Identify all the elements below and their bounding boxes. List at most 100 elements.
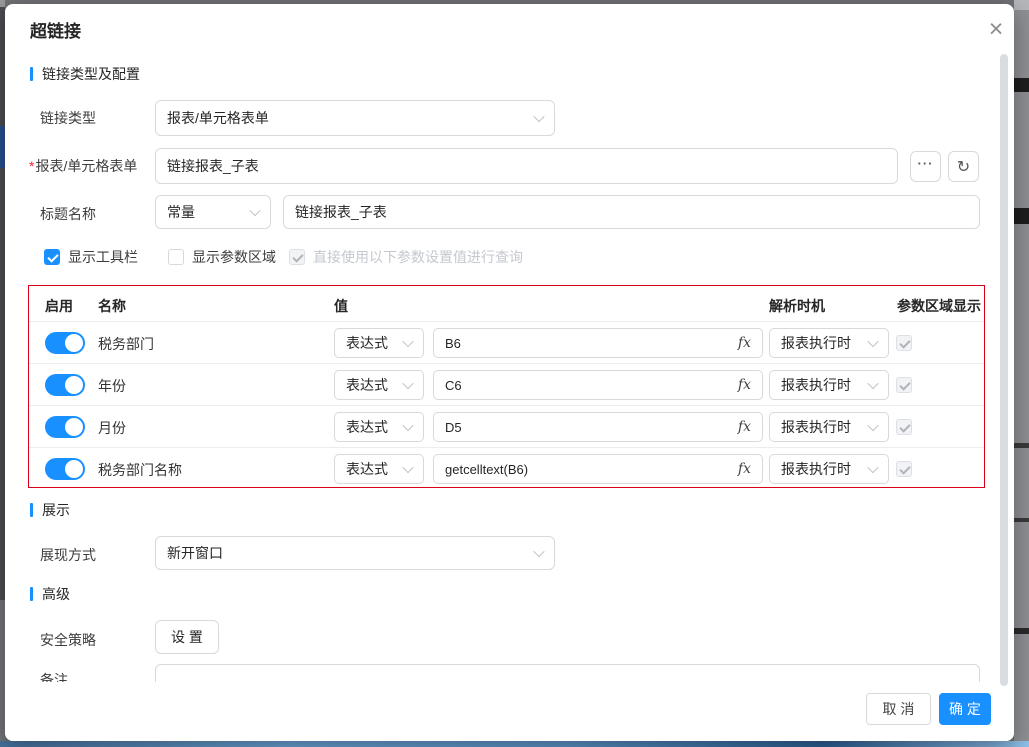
direct-query-checkbox xyxy=(289,249,305,265)
enable-toggle[interactable] xyxy=(45,332,85,354)
browse-ellipsis-button[interactable]: ··· xyxy=(910,151,941,182)
section-advanced: 高级 xyxy=(30,586,70,602)
direct-query-checkbox-group: 直接使用以下参数设置值进行查询 xyxy=(289,247,523,267)
timing-select[interactable]: 报表执行时 xyxy=(769,370,889,400)
section-display-title: 展示 xyxy=(42,500,70,520)
background-detail xyxy=(1014,518,1029,522)
param-name: 税务部门名称 xyxy=(98,460,182,480)
param-area-checkbox[interactable] xyxy=(168,249,184,265)
enable-toggle[interactable] xyxy=(45,374,85,396)
header-timing: 解析时机 xyxy=(769,296,825,316)
section-link-config: 链接类型及配置 xyxy=(30,66,140,82)
check-icon xyxy=(292,251,303,262)
check-icon xyxy=(47,251,58,262)
header-enable: 启用 xyxy=(45,296,73,316)
table-row: 月份 表达式 D5 fx 报表执行时 xyxy=(29,405,984,447)
timing-select[interactable]: 报表执行时 xyxy=(769,412,889,442)
header-value: 值 xyxy=(334,296,348,316)
area-display-checkbox xyxy=(896,377,912,393)
required-mark: * xyxy=(29,158,34,174)
background-detail xyxy=(1014,78,1029,92)
security-settings-button-label: 设 置 xyxy=(171,627,203,647)
check-icon xyxy=(899,421,910,432)
value-type-select[interactable]: 表达式 xyxy=(334,454,424,484)
value-input[interactable]: D5 fx xyxy=(433,412,763,442)
check-icon xyxy=(899,337,910,348)
refresh-button[interactable]: ↻ xyxy=(948,151,979,182)
title-type-value: 常量 xyxy=(167,202,195,222)
timing-value: 报表执行时 xyxy=(781,375,851,395)
area-display-checkbox xyxy=(896,419,912,435)
value-text: getcelltext(B6) xyxy=(445,462,528,477)
chevron-down-icon xyxy=(867,336,878,347)
timing-value: 报表执行时 xyxy=(781,417,851,437)
fx-icon[interactable]: fx xyxy=(738,419,751,435)
cancel-button[interactable]: 取 消 xyxy=(866,693,931,725)
header-area: 参数区域显示 xyxy=(897,296,981,316)
title-type-select[interactable]: 常量 xyxy=(155,195,271,229)
value-type-select[interactable]: 表达式 xyxy=(334,412,424,442)
value-input[interactable]: C6fx xyxy=(433,370,763,400)
chevron-down-icon xyxy=(402,378,413,389)
value-input[interactable]: B6 fx xyxy=(433,328,763,358)
enable-toggle[interactable] xyxy=(45,416,85,438)
title-name-input[interactable] xyxy=(283,195,980,229)
table-row: 税务部门 表达式 B6fx 报表执行时 xyxy=(29,321,984,363)
toolbar-checkbox-label: 显示工具栏 xyxy=(68,247,138,267)
value-text: B6 xyxy=(445,336,461,351)
report-form-input[interactable] xyxy=(155,148,898,184)
background-app-bottom xyxy=(0,741,1029,747)
chevron-down-icon xyxy=(533,111,544,122)
enable-toggle[interactable] xyxy=(45,458,85,480)
value-type-value: 表达式 xyxy=(346,417,388,437)
timing-value: 报表执行时 xyxy=(781,333,851,353)
value-type-select[interactable]: 表达式 xyxy=(334,328,424,358)
value-type-value: 表达式 xyxy=(346,375,388,395)
area-display-checkbox xyxy=(896,335,912,351)
table-row: 税务部门名称 表达式 getcelltext(B6) fx 报表执行时 xyxy=(29,447,984,489)
remark-input[interactable] xyxy=(155,664,980,682)
toolbar-checkbox-group[interactable]: 显示工具栏 xyxy=(44,247,138,267)
param-area-checkbox-group[interactable]: 显示参数区域 xyxy=(168,247,276,267)
chevron-down-icon xyxy=(867,420,878,431)
chevron-down-icon xyxy=(402,336,413,347)
display-mode-label: 展现方式 xyxy=(40,545,96,565)
value-input[interactable]: getcelltext(B6) fx xyxy=(433,454,763,484)
background-detail xyxy=(1014,628,1029,634)
section-bar xyxy=(30,67,33,81)
confirm-button[interactable]: 确 定 xyxy=(939,693,991,725)
section-bar xyxy=(30,503,33,517)
timing-select[interactable]: 报表执行时 xyxy=(769,454,889,484)
background-detail xyxy=(1014,443,1029,448)
hyperlink-dialog: 超链接 × 链接类型及配置 链接类型 报表/单元格表单 *报表/单元格表单 ··… xyxy=(5,4,1014,741)
report-form-label: *报表/单元格表单 xyxy=(29,156,137,176)
value-type-value: 表达式 xyxy=(346,459,388,479)
background-app-right xyxy=(1014,0,1029,747)
display-mode-select[interactable]: 新开窗口 xyxy=(155,536,555,570)
fx-icon[interactable]: fx xyxy=(738,377,751,393)
section-display: 展示 xyxy=(30,502,70,518)
vertical-scrollbar[interactable] xyxy=(1000,54,1008,686)
value-type-select[interactable]: 表达式 xyxy=(334,370,424,400)
timing-select[interactable]: 报表执行时 xyxy=(769,328,889,358)
area-display-checkbox xyxy=(896,461,912,477)
link-type-select[interactable]: 报表/单元格表单 xyxy=(155,100,555,136)
value-text: D5 xyxy=(445,420,462,435)
direct-query-checkbox-label: 直接使用以下参数设置值进行查询 xyxy=(313,247,523,267)
param-area-checkbox-label: 显示参数区域 xyxy=(192,247,276,267)
param-name: 月份 xyxy=(98,418,126,438)
fx-icon[interactable]: fx xyxy=(738,461,751,477)
chevron-down-icon xyxy=(867,378,878,389)
check-icon xyxy=(899,379,910,390)
title-name-label: 标题名称 xyxy=(40,204,96,224)
params-table: 启用 名称 值 解析时机 参数区域显示 税务部门 表达式 B6fx 报表执行时 … xyxy=(28,285,985,488)
fx-icon[interactable]: fx xyxy=(738,335,751,351)
link-type-value: 报表/单元格表单 xyxy=(167,108,269,128)
security-settings-button[interactable]: 设 置 xyxy=(155,620,219,654)
table-row: 年份 表达式 C6fx 报表执行时 xyxy=(29,363,984,405)
background-detail xyxy=(1014,208,1029,224)
toolbar-checkbox[interactable] xyxy=(44,249,60,265)
dialog-content: 链接类型及配置 链接类型 报表/单元格表单 *报表/单元格表单 ··· ↻ 标题… xyxy=(5,4,1014,682)
chevron-down-icon xyxy=(867,462,878,473)
display-mode-value: 新开窗口 xyxy=(167,543,223,563)
